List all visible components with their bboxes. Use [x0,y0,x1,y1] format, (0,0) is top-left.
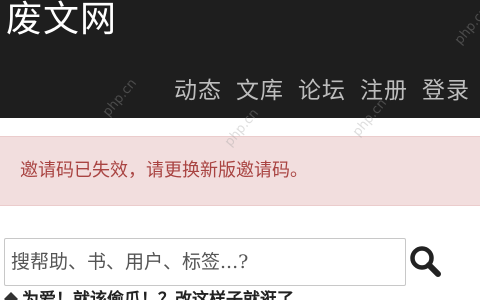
thread-title[interactable]: 为爱！就该偷瓜！？改这样子就逛了 [22,289,294,300]
thread-item[interactable]: 为爱！就该偷瓜！？改这样子就逛了 [4,289,294,300]
nav-item-dongtai[interactable]: 动态 [174,76,222,106]
main-nav: 动态 文库 论坛 注册 登录 [174,76,470,106]
nav-item-login[interactable]: 登录 [422,76,470,106]
nav-item-wenku[interactable]: 文库 [236,76,284,106]
page: 废文网 动态 文库 论坛 注册 登录 邀请码已失效，请更换新版邀请码。 为爱！就… [0,0,480,300]
alert-message: 邀请码已失效，请更换新版邀请码。 [20,160,308,181]
search-input[interactable] [4,238,406,286]
search-bar [0,238,480,290]
diamond-icon [4,292,18,300]
nav-item-luntan[interactable]: 论坛 [298,76,346,106]
search-button[interactable] [406,242,446,282]
alert-banner: 邀请码已失效，请更换新版邀请码。 [0,136,480,206]
search-icon [410,246,441,277]
site-header: 废文网 动态 文库 论坛 注册 登录 [0,0,480,118]
nav-item-register[interactable]: 注册 [360,76,408,106]
site-title[interactable]: 废文网 [6,0,117,42]
